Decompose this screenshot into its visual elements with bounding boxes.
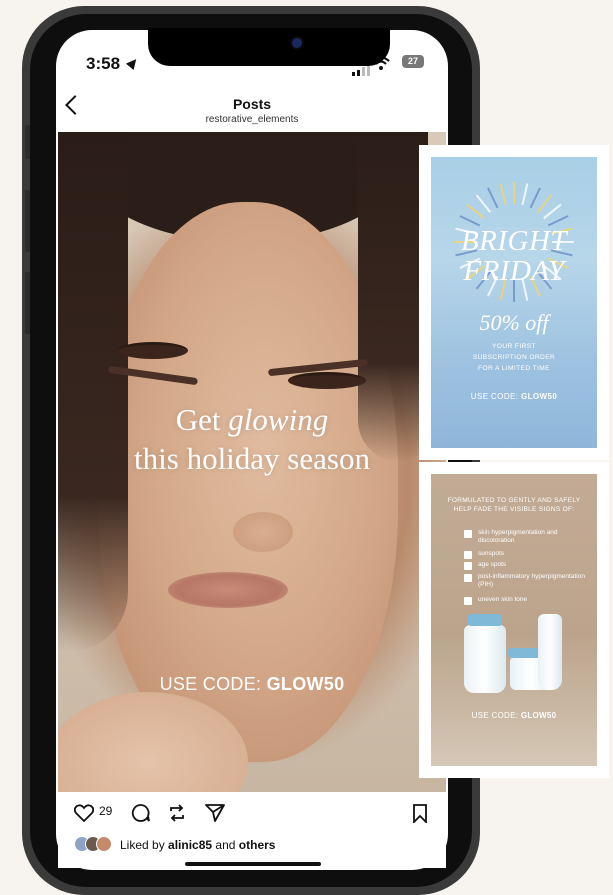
product-bottle-left	[464, 625, 506, 693]
checkbox-icon	[464, 551, 472, 559]
bf-title-line1: BRIGHT	[460, 225, 568, 257]
bf-code-value: GLOW50	[521, 392, 558, 401]
bottle-cap	[468, 614, 502, 626]
front-camera	[292, 38, 302, 48]
post-headline: Get glowing this holiday season	[58, 400, 446, 478]
heart-icon[interactable]	[74, 804, 94, 822]
liked-by-text: Liked by alinic85 and others	[120, 838, 275, 852]
bookmark-icon[interactable]	[412, 804, 428, 823]
headline-italic: glowing	[228, 402, 329, 437]
bf-code-label: USE CODE:	[470, 392, 519, 401]
benefits-heading-line2: HELP FADE THE VISIBLE SIGNS OF:	[453, 506, 575, 513]
liked-by-others[interactable]: others	[239, 838, 276, 852]
home-indicator[interactable]	[185, 862, 321, 866]
product-tube-right	[538, 614, 562, 690]
code-label: USE CODE:	[159, 674, 262, 694]
status-time: 3:58	[86, 54, 121, 73]
lips	[168, 572, 288, 608]
benefits-heading: FORMULATED TO GENTLY AND SAFELY HELP FAD…	[436, 496, 592, 514]
benefit-item: age spots	[478, 561, 507, 568]
nav-title: Posts	[232, 96, 272, 112]
code-value: GLOW50	[266, 674, 345, 694]
share-icon[interactable]	[204, 803, 226, 823]
like-count: 29	[99, 804, 113, 818]
sunburst-ray	[466, 203, 485, 220]
sunburst-ray	[513, 182, 515, 204]
headline-part1: Get	[175, 402, 221, 437]
bf-line3: FOR A LIMITED TIME	[478, 365, 550, 372]
hair-left	[58, 132, 128, 652]
sunburst-ray	[487, 187, 499, 209]
left-eye	[118, 342, 188, 359]
liked-by-prefix: Liked by	[120, 838, 165, 852]
checkbox-icon	[464, 574, 472, 582]
nose	[233, 512, 293, 552]
headline-line2: this holiday season	[134, 441, 370, 476]
liked-by-user[interactable]: alinic85	[168, 838, 212, 852]
checkbox-icon	[464, 597, 472, 605]
bf-line2: SUBSCRIPTION ORDER	[472, 354, 556, 361]
right-eye	[288, 372, 366, 389]
benefits-promo-code: USE CODE: GLOW50	[431, 711, 597, 720]
product-benefits-card	[431, 474, 597, 766]
sunburst-ray	[475, 194, 492, 213]
post-promo-code: USE CODE: GLOW50	[58, 674, 446, 695]
benefit-item: sunspots	[478, 550, 505, 557]
nav-username[interactable]: restorative_elements	[180, 114, 324, 125]
sunburst-ray	[521, 183, 529, 206]
bf-promo-code: USE CODE: GLOW50	[431, 392, 597, 401]
liked-by-and: and	[215, 838, 236, 852]
c2-code-label: USE CODE:	[471, 711, 519, 720]
liker-avatars[interactable]	[74, 836, 112, 857]
sunburst-ray	[536, 194, 553, 213]
avatar	[96, 836, 112, 852]
checkbox-icon	[464, 562, 472, 570]
benefit-item: uneven skin tone	[478, 596, 528, 603]
sunburst-ray	[529, 187, 541, 209]
bf-title-line2: FRIDAY	[463, 255, 565, 287]
c2-code-value: GLOW50	[520, 711, 557, 720]
benefits-heading-line1: FORMULATED TO GENTLY AND SAFELY	[447, 497, 581, 504]
benefit-item: skin hyperpigmentation and discoloration	[478, 529, 558, 544]
battery-icon: 27	[402, 55, 424, 68]
post-actions-bar	[58, 792, 446, 868]
bf-details: YOUR FIRST SUBSCRIPTION ORDER FOR A LIMI…	[431, 341, 597, 374]
bf-discount: 50% off	[479, 310, 549, 335]
checkbox-icon	[464, 530, 472, 538]
notch	[148, 28, 390, 66]
bright-friday-title: BRIGHT FRIDAY	[431, 226, 597, 286]
sunburst-ray	[499, 183, 507, 206]
bright-friday-card	[431, 157, 597, 448]
sunburst-ray	[543, 203, 562, 220]
comment-icon[interactable]	[131, 803, 151, 823]
benefit-item: post-inflammatory hyperpigmentation (PIH…	[478, 573, 585, 588]
repost-icon[interactable]	[166, 802, 188, 824]
bf-line1: YOUR FIRST	[492, 343, 536, 350]
